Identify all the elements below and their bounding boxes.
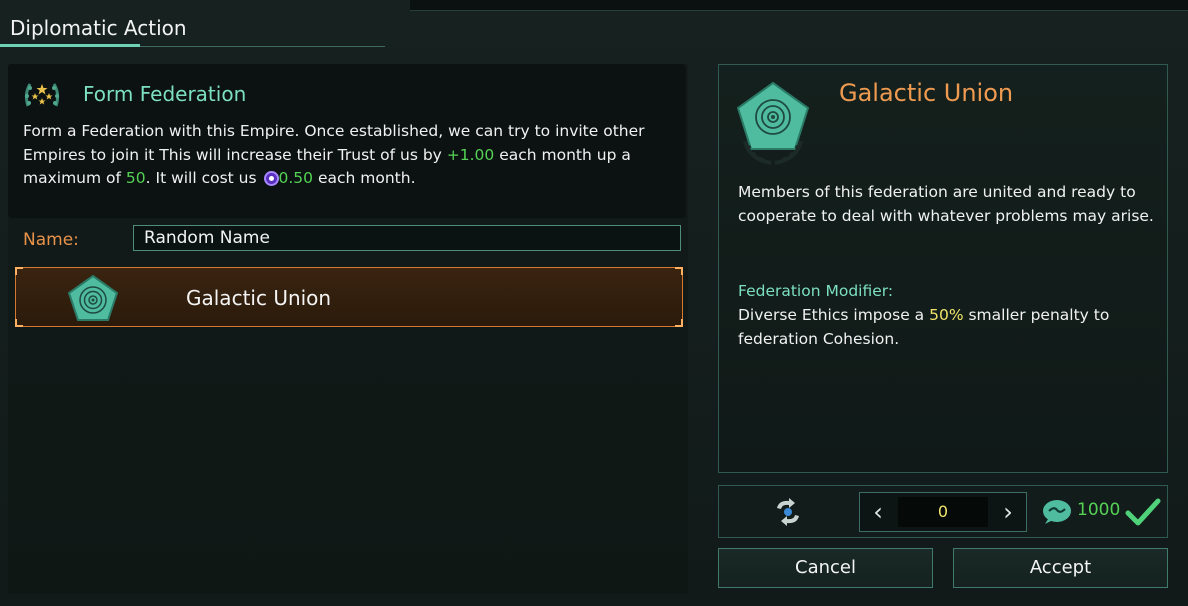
- corner-decoration: [675, 267, 683, 275]
- federation-name-input[interactable]: [133, 225, 681, 251]
- left-panel: Form Federation Form a Federation with t…: [8, 64, 688, 594]
- federation-emblem-icon: [67, 274, 119, 321]
- accept-button[interactable]: Accept: [953, 548, 1168, 588]
- title-accent: [0, 44, 140, 47]
- modifier-text-part: Diverse Ethics impose a: [738, 306, 930, 324]
- checkmark-icon: [1125, 498, 1161, 526]
- trade-bar: ‹ 0 › 1000: [718, 485, 1168, 538]
- cost-value: 1000: [1077, 500, 1121, 520]
- federation-list-item[interactable]: Galactic Union: [15, 267, 683, 327]
- federation-modifier-label: Federation Modifier:: [738, 282, 894, 300]
- cancel-button[interactable]: Cancel: [718, 548, 933, 588]
- title-bar: Diplomatic Action: [0, 0, 385, 47]
- action-description: Form a Federation with this Empire. Once…: [23, 120, 673, 191]
- trust-gain-value: +1.00: [446, 145, 495, 164]
- action-title: Form Federation: [83, 82, 247, 106]
- federation-list-item-name: Galactic Union: [186, 286, 332, 310]
- federation-title: Galactic Union: [839, 79, 1014, 107]
- modifier-value: 50%: [929, 306, 964, 324]
- federation-modifier-text: Diverse Ethics impose a 50% smaller pena…: [738, 304, 1158, 351]
- name-label: Name:: [23, 230, 79, 250]
- action-desc-part: each month.: [313, 169, 416, 187]
- diplomatic-action-window: Diplomatic Action Form Federation Form a…: [0, 0, 1188, 606]
- corner-decoration: [15, 319, 23, 327]
- federation-details-panel: Galactic Union Members of this federatio…: [718, 64, 1168, 473]
- action-desc-part: . It will cost us: [145, 169, 262, 187]
- diplomacy-resource-icon: [1043, 500, 1071, 524]
- federation-stars-icon: [24, 83, 60, 107]
- influence-icon: [263, 171, 279, 186]
- trust-max-value: 50: [125, 169, 146, 187]
- stepper-increase-button[interactable]: ›: [990, 493, 1026, 531]
- action-description-box: Form Federation Form a Federation with t…: [8, 64, 686, 218]
- window-title: Diplomatic Action: [10, 16, 187, 40]
- federation-description: Members of this federation are united an…: [738, 183, 1154, 225]
- corner-decoration: [15, 267, 23, 275]
- stepper-value[interactable]: 0: [898, 497, 988, 527]
- top-strip: [410, 0, 1188, 11]
- trade-exchange-icon[interactable]: [771, 496, 805, 528]
- corner-decoration: [675, 319, 683, 327]
- quantity-stepper: ‹ 0 ›: [859, 492, 1027, 532]
- influence-cost-value: 0.50: [278, 169, 314, 187]
- stepper-decrease-button[interactable]: ‹: [860, 493, 896, 531]
- galactic-union-emblem-icon: [736, 81, 810, 165]
